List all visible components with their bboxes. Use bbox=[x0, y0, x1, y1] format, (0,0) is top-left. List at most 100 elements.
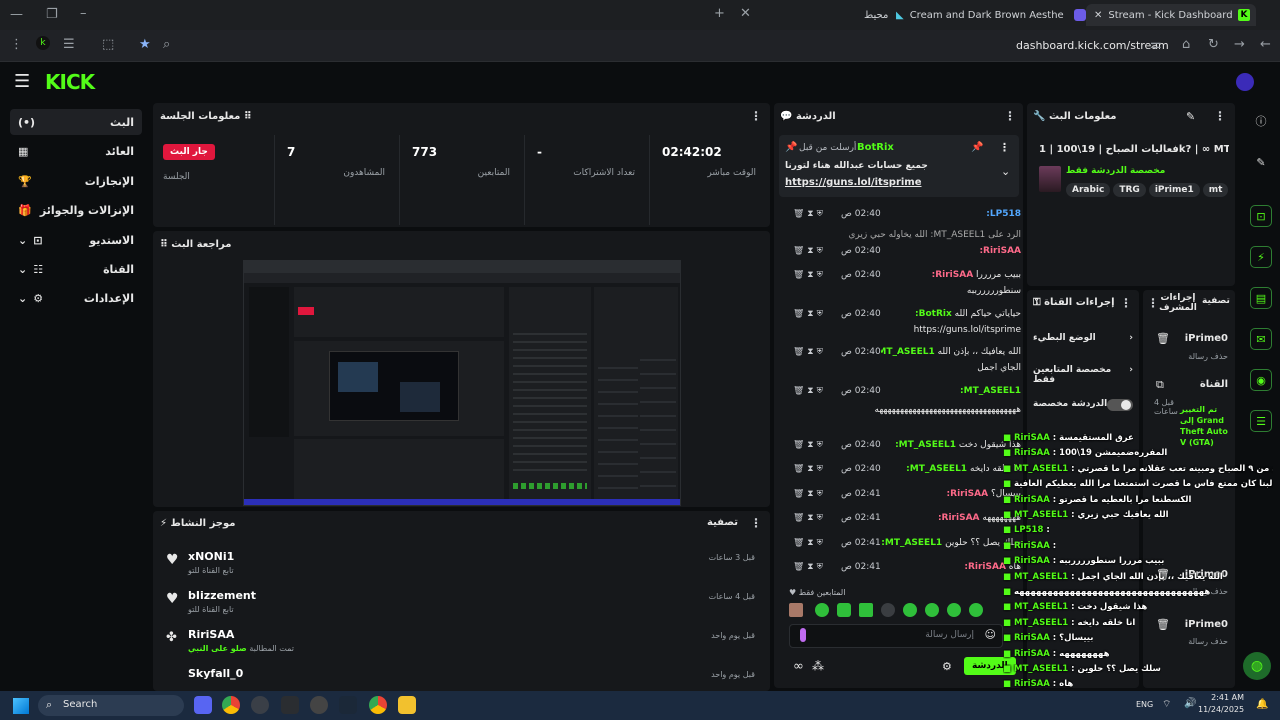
notes-icon[interactable]: ▤ bbox=[1250, 287, 1272, 309]
new-tab-icon[interactable]: + bbox=[714, 6, 725, 21]
category-thumbnail[interactable] bbox=[1039, 166, 1061, 192]
message-user[interactable]: MT_ASEEL1: bbox=[906, 464, 967, 474]
message-actions-icon[interactable]: 🗑 ⧗ ⛨ bbox=[793, 562, 823, 572]
extensions-icon[interactable]: ⬚ bbox=[102, 37, 114, 52]
stream-tag[interactable]: TRG bbox=[1113, 183, 1146, 197]
clock-time[interactable]: 2:41 AM bbox=[1208, 693, 1244, 702]
activity-user[interactable]: RiriSAA bbox=[188, 628, 234, 641]
menu-dots-icon[interactable]: ⋮ bbox=[10, 37, 23, 52]
sidebar-item-studio[interactable]: ⌄ ⊡ الاستديو bbox=[10, 227, 142, 253]
message-user[interactable]: MT_ASEEL1: bbox=[960, 386, 1021, 396]
emote-icon[interactable] bbox=[859, 603, 873, 617]
emote-icon[interactable] bbox=[947, 603, 961, 617]
windows-start-icon[interactable] bbox=[13, 698, 29, 714]
emote-icon[interactable] bbox=[881, 603, 895, 617]
discord-icon[interactable] bbox=[194, 696, 212, 714]
more-options-icon[interactable]: ⋮ bbox=[999, 141, 1010, 154]
channel-action-slow-mode[interactable]: › الوضع البطيء bbox=[1033, 333, 1133, 343]
chrome-profile-icon[interactable] bbox=[369, 696, 387, 714]
mod-action-user[interactable]: القناة bbox=[1200, 379, 1228, 390]
app-icon[interactable] bbox=[281, 696, 299, 714]
help-fab-icon[interactable]: ◍ bbox=[1243, 652, 1271, 680]
message-user[interactable]: MT_ASEEL1: bbox=[881, 538, 942, 548]
channel-action-chat-mode[interactable]: الدردشة مخصصة... bbox=[1033, 399, 1133, 411]
emote-icon[interactable] bbox=[789, 603, 803, 617]
zoom-icon[interactable]: ⌕ bbox=[163, 37, 170, 52]
activity-user[interactable]: Skyfall_0 bbox=[188, 667, 243, 680]
chevron-down-icon[interactable]: ⌄ bbox=[1001, 165, 1010, 178]
speaker-icon[interactable]: 🔊 bbox=[1184, 698, 1196, 709]
message-actions-icon[interactable]: 🗑 ⧗ ⛨ bbox=[793, 464, 823, 474]
tab-2[interactable]: ✕ Stream - Kick Dashboard K bbox=[1086, 4, 1256, 26]
emote-icon[interactable] bbox=[815, 603, 829, 617]
emote-icon[interactable] bbox=[837, 603, 851, 617]
message-actions-icon[interactable]: 🗑 ⧗ ⛨ bbox=[793, 347, 823, 357]
message-actions-icon[interactable]: 🗑 ⧗ ⛨ bbox=[793, 309, 823, 319]
activity-user[interactable]: xNONi1 bbox=[188, 550, 234, 563]
minimize-icon[interactable]: — bbox=[10, 7, 23, 22]
more-options-icon[interactable]: ⋮ bbox=[1004, 109, 1016, 123]
obs-icon[interactable] bbox=[251, 696, 269, 714]
pinned-user[interactable]: BotRix bbox=[857, 142, 894, 153]
chat-bubble-icon[interactable]: ✉ bbox=[1250, 328, 1272, 350]
url-text[interactable]: dashboard.kick.com/stream bbox=[1016, 39, 1169, 52]
mod-action-user[interactable]: iPrime0 bbox=[1185, 619, 1228, 630]
file-explorer-icon[interactable] bbox=[398, 696, 416, 714]
window-min-icon[interactable]: – bbox=[80, 6, 87, 21]
infinity-icon[interactable]: ∞ bbox=[793, 659, 804, 674]
avatar[interactable] bbox=[1236, 73, 1254, 91]
language-indicator[interactable]: ENG bbox=[1136, 700, 1153, 709]
stream-preview-video[interactable] bbox=[243, 260, 681, 506]
chrome-icon[interactable] bbox=[222, 696, 240, 714]
kick-logo[interactable]: KICK bbox=[45, 70, 95, 94]
hamburger-icon[interactable]: ☰ bbox=[14, 71, 30, 92]
message-user[interactable]: RiriSAA: bbox=[938, 513, 980, 523]
reload-icon[interactable]: ↻ bbox=[1208, 37, 1219, 52]
restore-icon[interactable]: ❐ bbox=[46, 7, 58, 22]
stream-tag[interactable]: mt bbox=[1202, 183, 1229, 197]
message-actions-icon[interactable]: 🗑 ⧗ ⛨ bbox=[793, 489, 823, 499]
gear-icon[interactable]: ⚙ bbox=[942, 660, 952, 673]
close-tab-icon[interactable]: ✕ bbox=[740, 6, 751, 21]
mod-filter-button[interactable]: تصفية bbox=[1202, 296, 1230, 306]
settings-app-icon[interactable] bbox=[310, 696, 328, 714]
stream-category[interactable]: مخصصة الدردشة فقط bbox=[1066, 166, 1165, 176]
clock-date[interactable]: 11/24/2025 bbox=[1198, 705, 1244, 714]
sidebar-item-revenue[interactable]: ▦ العائد bbox=[10, 138, 142, 164]
pinned-link[interactable]: https://guns.lol/itsprime bbox=[785, 177, 922, 188]
message-user[interactable]: RiriSAA: bbox=[932, 270, 974, 280]
live-icon[interactable]: ◉ bbox=[1250, 369, 1272, 391]
more-options-icon[interactable]: ⋮ bbox=[750, 516, 762, 530]
edit-icon[interactable]: ✎ bbox=[1186, 110, 1195, 123]
more-options-icon[interactable]: ⋮ bbox=[1120, 296, 1132, 310]
more-options-icon[interactable]: ⋮ bbox=[1214, 109, 1226, 123]
tune-icon[interactable]: ☰ bbox=[63, 37, 75, 52]
sidebar-item-settings[interactable]: ⌄ ⚙ الإعدادات bbox=[10, 285, 142, 311]
emote-icon[interactable] bbox=[925, 603, 939, 617]
sidebar-item-stream[interactable]: (•) البث bbox=[10, 109, 142, 135]
emote-icon[interactable] bbox=[903, 603, 917, 617]
sidebar-item-drops[interactable]: 🎁 الإنزالات والجوائز bbox=[10, 197, 142, 223]
home-icon[interactable]: ⌂ bbox=[1182, 37, 1190, 52]
network-icon[interactable]: ⌔ bbox=[1162, 698, 1171, 711]
message-user[interactable]: MT_ASEEL1: bbox=[881, 347, 935, 357]
chat-input[interactable]: إرسال رسالة ☺ bbox=[789, 624, 1003, 648]
taskbar-search[interactable]: ⌕ Search bbox=[38, 695, 184, 716]
profile-icon[interactable]: k bbox=[36, 36, 50, 50]
unpin-icon[interactable]: 📌 bbox=[971, 142, 983, 153]
capture-icon[interactable]: ⊡ bbox=[1250, 205, 1272, 227]
close-icon[interactable]: ✕ bbox=[1094, 10, 1102, 21]
activity-user[interactable]: bIizzement bbox=[188, 589, 256, 602]
message-actions-icon[interactable]: 🗑 ⧗ ⛨ bbox=[793, 440, 823, 450]
info-icon[interactable]: ⓘ bbox=[1250, 110, 1272, 132]
more-options-icon[interactable]: ⋮ bbox=[750, 109, 762, 123]
emoji-icon[interactable]: ☺ bbox=[985, 628, 996, 641]
emote-icon[interactable] bbox=[969, 603, 983, 617]
bookmark-star-icon[interactable]: ★ bbox=[139, 37, 151, 52]
message-actions-icon[interactable]: 🗑 ⧗ ⛨ bbox=[793, 270, 823, 280]
message-actions-icon[interactable]: 🗑 ⧗ ⛨ bbox=[793, 386, 823, 396]
forward-icon[interactable]: → bbox=[1234, 37, 1245, 52]
mod-action-user[interactable]: iPrime0 bbox=[1185, 333, 1228, 344]
message-user[interactable]: LP518: bbox=[986, 209, 1021, 219]
message-actions-icon[interactable]: 🗑 ⧗ ⛨ bbox=[793, 513, 823, 523]
